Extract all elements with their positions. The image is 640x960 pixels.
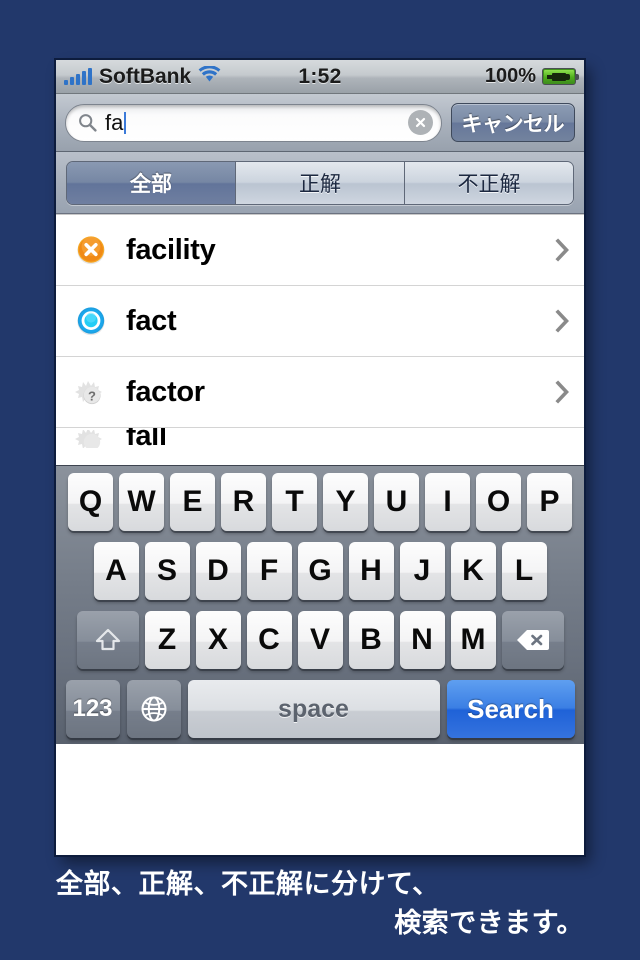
segmented-control[interactable]: 全部 正解 不正解 xyxy=(66,160,574,205)
segment-all[interactable]: 全部 xyxy=(67,161,236,204)
on-screen-keyboard[interactable]: Q W E R T Y U I O P A S D F G H J K L Z … xyxy=(56,465,584,744)
text-caret xyxy=(124,111,127,134)
result-word: facility xyxy=(126,233,216,266)
caption-line-2: 検索できます。 xyxy=(394,908,584,939)
key-c[interactable]: C xyxy=(246,611,292,669)
result-word: fact xyxy=(126,304,177,337)
table-row[interactable]: facility xyxy=(56,215,584,286)
backspace-delete-icon[interactable] xyxy=(501,611,564,669)
keyboard-row-3: Z X C V B N M xyxy=(59,611,581,669)
carrier-name: SoftBank xyxy=(99,64,192,88)
search-key[interactable]: Search xyxy=(446,680,575,738)
search-input-value: fa xyxy=(105,109,124,135)
chevron-right-icon xyxy=(555,380,570,404)
caption-line-1: 全部、正解、不正解に分けて、 xyxy=(56,869,440,899)
key-t[interactable]: T xyxy=(272,473,317,531)
key-f[interactable]: F xyxy=(246,542,292,600)
cancel-button-label: キャンセル xyxy=(461,112,565,136)
battery-charging-icon xyxy=(542,68,579,85)
key-n[interactable]: N xyxy=(399,611,445,669)
key-s[interactable]: S xyxy=(144,542,190,600)
status-bar: SoftBank 1:52 100% xyxy=(56,60,584,94)
table-row[interactable]: fact xyxy=(56,286,584,357)
key-r[interactable]: R xyxy=(221,473,266,531)
key-v[interactable]: V xyxy=(297,611,343,669)
key-d[interactable]: D xyxy=(195,542,241,600)
search-bar: fa キャンセル xyxy=(56,94,584,152)
cancel-button[interactable]: キャンセル xyxy=(450,103,575,142)
key-o[interactable]: O xyxy=(476,473,521,531)
key-q[interactable]: Q xyxy=(68,473,113,531)
unanswered-icon xyxy=(74,430,108,448)
key-u[interactable]: U xyxy=(374,473,419,531)
wifi-icon xyxy=(198,64,221,88)
key-j[interactable]: J xyxy=(399,542,445,600)
globe-language-icon[interactable] xyxy=(126,680,181,738)
incorrect-icon xyxy=(74,233,108,267)
keyboard-row-2: A S D F G H J K L xyxy=(59,542,581,600)
table-row[interactable]: fall xyxy=(56,428,584,448)
key-w[interactable]: W xyxy=(119,473,164,531)
key-e[interactable]: E xyxy=(170,473,215,531)
svg-text:?: ? xyxy=(88,389,96,404)
key-z[interactable]: Z xyxy=(144,611,190,669)
key-g[interactable]: G xyxy=(297,542,343,600)
search-results-list[interactable]: facility fact ? factor fall xyxy=(56,214,584,465)
key-y[interactable]: Y xyxy=(323,473,368,531)
key-b[interactable]: B xyxy=(348,611,394,669)
keyboard-row-4: 123 space Search xyxy=(59,680,581,738)
search-icon xyxy=(78,113,97,132)
filter-segment-bar: 全部 正解 不正解 xyxy=(56,152,584,214)
phone-screen: SoftBank 1:52 100% fa キャンセル 全部 正解 不正解 fa… xyxy=(56,60,584,855)
key-p[interactable]: P xyxy=(527,473,572,531)
shift-up-arrow-icon[interactable] xyxy=(76,611,139,669)
result-word: factor xyxy=(126,375,205,408)
correct-icon xyxy=(74,304,108,338)
unanswered-icon: ? xyxy=(74,375,108,409)
caption-block: 全部、正解、不正解に分けて、 検索できます。 xyxy=(0,865,640,943)
battery-percent-label: 100% xyxy=(484,65,536,87)
chevron-right-icon xyxy=(555,309,570,333)
table-row[interactable]: ? factor xyxy=(56,357,584,428)
key-a[interactable]: A xyxy=(93,542,139,600)
numbers-key[interactable]: 123 xyxy=(65,680,120,738)
key-k[interactable]: K xyxy=(450,542,496,600)
result-word: fall xyxy=(126,428,167,448)
signal-bars-icon xyxy=(64,67,92,85)
key-i[interactable]: I xyxy=(425,473,470,531)
key-h[interactable]: H xyxy=(348,542,394,600)
status-bar-left: SoftBank xyxy=(64,65,221,89)
segment-correct[interactable]: 正解 xyxy=(236,161,405,204)
search-input[interactable]: fa xyxy=(65,103,442,142)
key-x[interactable]: X xyxy=(195,611,241,669)
key-l[interactable]: L xyxy=(501,542,547,600)
key-m[interactable]: M xyxy=(450,611,496,669)
keyboard-row-1: Q W E R T Y U I O P xyxy=(59,473,581,531)
status-bar-right: 100% xyxy=(484,65,579,88)
space-key[interactable]: space xyxy=(187,680,440,738)
segment-incorrect[interactable]: 不正解 xyxy=(405,161,573,204)
clear-search-button[interactable] xyxy=(407,110,433,135)
chevron-right-icon xyxy=(555,238,570,262)
